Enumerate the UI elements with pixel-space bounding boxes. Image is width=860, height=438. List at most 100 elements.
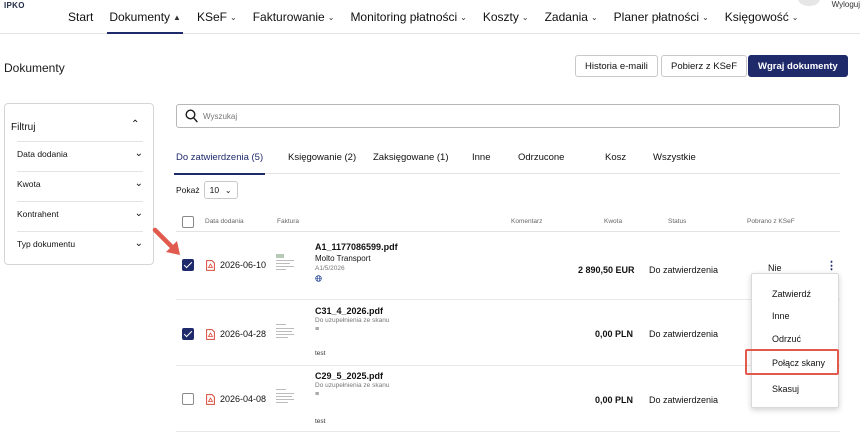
nav-item-label: Zadania [544,10,588,24]
chevron-down-icon: ⌄ [134,178,143,189]
tab-other[interactable]: Inne [472,140,491,174]
tab-booking[interactable]: Księgowanie (2) [288,140,356,174]
page-title: Dokumenty [4,61,65,75]
nav-item-ksef[interactable]: KSeF ⌄ [189,0,245,34]
nav-item-label: Fakturowanie [252,10,325,24]
chevron-up-icon: ▲ [173,12,181,22]
file-name[interactable]: C31_4_2026.pdf [315,306,383,316]
filter-panel: Filtruj ⌃ Data dodania ⌄ Kwota ⌄ Kontrahen… [4,103,154,265]
filter-document-type[interactable]: Typ dokumentu ⌄ [17,231,143,255]
contractor-name: Molto Transport [315,254,371,263]
chevron-down-icon: ⌄ [791,12,799,22]
column-invoice[interactable]: Faktura [277,218,299,225]
row-date: 2026-06-10 [220,260,267,270]
row-checkbox[interactable] [182,393,194,405]
invoice-number: Do uzupełnienia ze skanu [315,317,390,324]
row-amount: 0,00 PLN [595,395,634,405]
chevron-up-icon[interactable]: ⌃ [131,119,139,130]
column-date[interactable]: Data dodania [205,218,244,225]
chevron-down-icon: ⌄ [134,208,143,219]
logout-link[interactable]: Wyloguj [832,0,860,9]
file-name[interactable]: A1_1177086599.pdf [315,242,398,252]
filter-title: Filtruj [11,122,36,133]
filter-label: Kwota [17,178,41,189]
page-size-select[interactable]: 10 ⌄ [203,181,238,199]
tab-trash[interactable]: Kosz [605,140,626,174]
nav-item-label: Start [68,10,94,24]
menu-item-approve[interactable]: Zatwierdź [772,289,811,299]
upload-documents-button[interactable]: Wgraj dokumenty [748,55,848,77]
row-date: 2026-04-28 [220,329,267,339]
tab-all[interactable]: Wszystkie [653,140,696,174]
menu-item-delete[interactable]: Skasuj [772,384,799,394]
main-menu: Start Dokumenty ▲ KSeF ⌄ Fakturowanie ⌄ Mon… [60,0,807,34]
filter-date-added[interactable]: Data dodania ⌄ [17,141,143,165]
chevron-down-icon: ⌄ [702,12,709,22]
file-name[interactable]: C29_5_2025.pdf [315,371,383,381]
row-comment: test [315,350,326,357]
document-thumbnail[interactable] [274,386,296,406]
row-ksef: Nie [768,263,782,273]
chevron-down-icon: ⌄ [460,12,467,22]
filter-label: Typ dokumentu [17,238,76,249]
chevron-down-icon: ⌄ [134,238,143,249]
nav-item-payment-monitoring[interactable]: Monitoring płatności ⌄ [342,0,474,34]
nav-item-documents[interactable]: Dokumenty ▲ [101,0,189,34]
menu-item-other[interactable]: Inne [772,311,790,321]
chevron-down-icon: ⌄ [134,148,143,159]
filter-label: Kontrahent [17,208,59,219]
filter-amount[interactable]: Kwota ⌄ [17,171,143,195]
row-checkbox[interactable] [182,259,194,271]
stack-icon: ≡ [315,391,320,398]
tab-booked[interactable]: Zaksięgowane (1) [373,140,449,174]
pdf-file-icon [206,260,215,271]
search-box [176,104,840,128]
row-status: Do zatwierdzenia [649,265,719,275]
column-comment[interactable]: Komentarz [511,218,542,225]
fetch-ksef-button[interactable]: Pobierz z KSeF [661,55,747,77]
tab-to-approve[interactable]: Do zatwierdzenia (5) [173,140,266,175]
nav-item-accounting[interactable]: Księgowość ⌄ [717,0,807,34]
nav-item-payment-planner[interactable]: Planer płatności ⌄ [606,0,717,34]
document-thumbnail[interactable] [274,252,296,272]
pdf-file-icon [206,329,215,340]
row-status: Do zatwierdzenia [649,329,719,339]
more-actions-icon[interactable]: ⋮ [826,259,837,272]
chevron-down-icon: ⌄ [590,12,598,22]
filter-label: Data dodania [17,148,68,159]
page-size-label: Pokaż [176,185,200,195]
row-status: Do zatwierdzenia [649,395,719,405]
row-comment: test [315,418,326,425]
column-status[interactable]: Status [668,218,686,225]
search-input[interactable] [203,108,803,124]
email-history-button[interactable]: Historia e-maili [575,55,658,77]
nav-item-label: KSeF [196,10,227,24]
invoice-number: Do uzupełnienia ze skanu [315,382,390,389]
chevron-down-icon: ⌄ [229,12,237,22]
column-amount[interactable]: Kwota [604,218,622,225]
nav-item-label: Monitoring płatności [350,10,458,24]
highlight-annotation [745,349,839,375]
nav-item-label: Dokumenty [109,10,171,24]
nav-item-label: Planer płatności [613,10,700,24]
nav-item-tasks[interactable]: Zadania ⌄ [537,0,606,34]
row-amount: 0,00 PLN [595,329,634,339]
status-tabs: Do zatwierdzenia (5) Księgowanie (2) Zak… [173,140,840,175]
document-thumbnail[interactable] [274,321,296,341]
column-ksef[interactable]: Pobrano z KSeF [747,218,795,225]
nav-item-invoicing[interactable]: Fakturowanie ⌄ [245,0,343,34]
row-checkbox[interactable] [182,328,194,340]
globe-icon [315,275,322,282]
app-logo[interactable]: IPKO [4,1,25,10]
chevron-down-icon: ⌄ [521,12,529,22]
nav-item-start[interactable]: Start [60,0,101,34]
page-size-value: 10 [209,185,220,195]
filter-contractor[interactable]: Kontrahent ⌄ [17,201,143,225]
tab-rejected[interactable]: Odrzucone [518,140,564,174]
menu-item-reject[interactable]: Odrzuć [772,334,801,344]
nav-item-label: Koszty [482,10,519,24]
row-date: 2026-04-08 [220,394,267,404]
row-actions-menu: Zatwierdź Inne Odrzuć Połącz skany Skasu… [751,273,839,408]
nav-item-costs[interactable]: Koszty ⌄ [475,0,537,34]
pointer-arrow-icon [152,227,180,255]
